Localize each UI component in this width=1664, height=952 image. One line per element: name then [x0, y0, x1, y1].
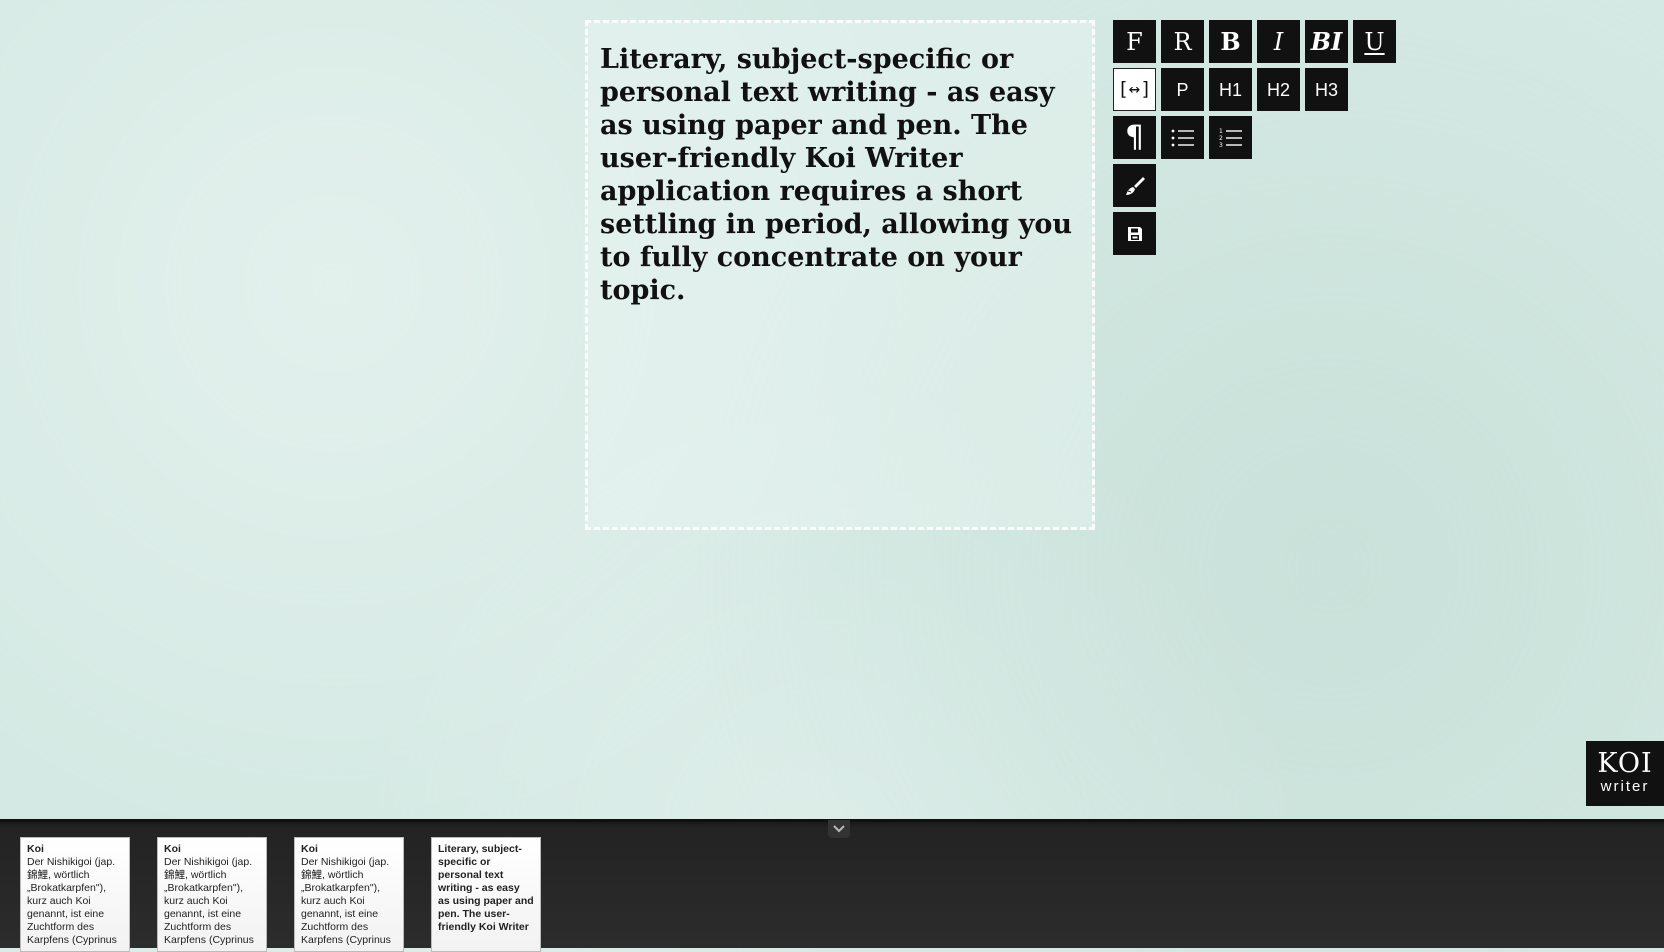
numbered-list-button[interactable]: 1 2 3 — [1209, 116, 1252, 159]
pilcrow-label: ¶ — [1124, 119, 1145, 155]
italic-label: I — [1273, 27, 1284, 56]
underline-label: U — [1364, 27, 1385, 56]
document-card[interactable]: Koi Der Nishikigoi (jap. 錦鯉, wörtlich „B… — [294, 837, 404, 952]
svg-text:2: 2 — [1219, 135, 1223, 142]
document-title: Koi — [27, 843, 44, 855]
bullet-list-icon — [1171, 129, 1194, 146]
paragraph-label: P — [1176, 79, 1189, 100]
heading1-label: H1 — [1218, 79, 1242, 100]
chevron-down-icon — [833, 825, 845, 833]
width-toggle-label: [↔] — [1117, 78, 1152, 100]
bold-button[interactable]: B — [1209, 20, 1252, 63]
editor-text[interactable]: Literary, subject-specific or personal t… — [588, 23, 1092, 307]
document-preview: Literary, subject-specific or personal t… — [438, 843, 534, 933]
save-button[interactable] — [1113, 212, 1156, 255]
clear-format-button[interactable] — [1113, 164, 1156, 207]
bullet-list-button[interactable] — [1161, 116, 1204, 159]
save-icon — [1127, 226, 1142, 241]
underline-button[interactable]: U — [1353, 20, 1396, 63]
width-toggle-button[interactable]: [↔] — [1113, 68, 1156, 111]
heading3-button[interactable]: H3 — [1305, 68, 1348, 111]
heading2-button[interactable]: H2 — [1257, 68, 1300, 111]
font-regular-button[interactable]: R — [1161, 20, 1204, 63]
logo-subtitle: writer — [1600, 778, 1650, 795]
svg-text:1: 1 — [1219, 128, 1223, 135]
font-serif-button[interactable]: F — [1113, 20, 1156, 63]
document-card[interactable]: Koi Der Nishikigoi (jap. 錦鯉, wörtlich „B… — [157, 837, 267, 952]
brush-icon — [1125, 176, 1145, 195]
svg-text:3: 3 — [1219, 142, 1223, 149]
show-formatting-button[interactable]: ¶ — [1113, 116, 1156, 159]
bold-italic-label: BI — [1310, 26, 1343, 56]
heading1-button[interactable]: H1 — [1209, 68, 1252, 111]
tray-toggle-button[interactable] — [828, 820, 850, 838]
document-title: Koi — [164, 843, 181, 855]
text-editor[interactable]: Literary, subject-specific or personal t… — [585, 20, 1095, 530]
italic-button[interactable]: I — [1257, 20, 1300, 63]
document-card[interactable]: Koi Der Nishikigoi (jap. 錦鯉, wörtlich „B… — [20, 837, 130, 952]
heading3-label: H3 — [1314, 79, 1338, 100]
document-preview: Der Nishikigoi (jap. 錦鯉, wörtlich „Broka… — [27, 856, 117, 946]
bold-italic-button[interactable]: BI — [1305, 20, 1348, 63]
font-regular-label: R — [1173, 27, 1192, 56]
formatting-toolbar: F R B I BI U [↔] P H1 H2 H3 ¶ 1 2 3 — [1113, 20, 1413, 260]
document-tray: Koi Der Nishikigoi (jap. 錦鯉, wörtlich „B… — [0, 819, 1664, 952]
koi-writer-logo: KOI writer — [1586, 741, 1664, 806]
document-preview: Der Nishikigoi (jap. 錦鯉, wörtlich „Broka… — [164, 856, 254, 946]
document-card-active[interactable]: Literary, subject-specific or personal t… — [431, 837, 541, 952]
logo-title: KOI — [1597, 748, 1653, 779]
document-title: Koi — [301, 843, 318, 855]
bold-label: B — [1220, 26, 1241, 56]
document-preview: Der Nishikigoi (jap. 錦鯉, wörtlich „Broka… — [301, 856, 391, 946]
heading2-label: H2 — [1266, 79, 1290, 100]
font-serif-label: F — [1126, 27, 1143, 56]
paragraph-button[interactable]: P — [1161, 68, 1204, 111]
numbered-list-icon: 1 2 3 — [1219, 128, 1242, 149]
